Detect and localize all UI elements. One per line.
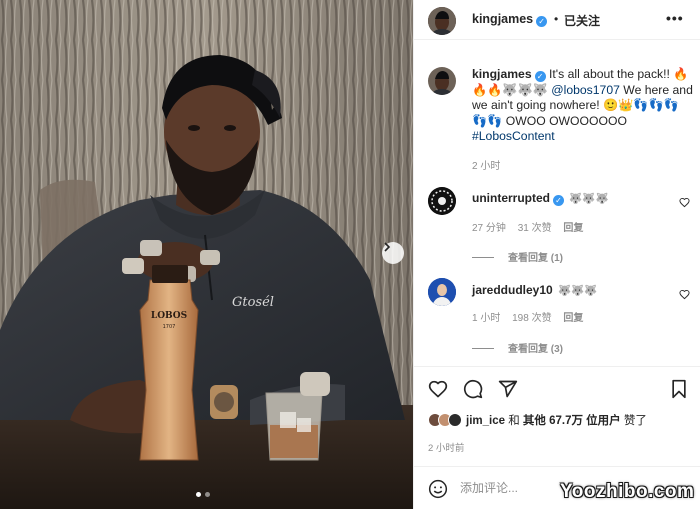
view-replies-button[interactable]: 查看回复 (3) xyxy=(472,340,563,355)
comment-username[interactable]: uninterrupted xyxy=(472,191,550,205)
comment-2: jareddudley10 🐺🐺🐺 xyxy=(472,283,597,297)
verified-badge-icon: ✓ xyxy=(536,16,548,27)
comment-time: 27 分钟 xyxy=(472,223,506,234)
replies-divider xyxy=(472,257,494,258)
caption-mention-link[interactable]: @lobos1707 xyxy=(551,83,620,97)
share-icon[interactable] xyxy=(498,379,518,399)
likes-suffix: 赞了 xyxy=(623,415,647,427)
chevron-right-icon xyxy=(384,242,391,252)
photo-illustration: Gtosél LOBOS 1707 xyxy=(0,0,413,509)
comment-text: 🐺🐺🐺 xyxy=(569,193,609,205)
comment-like-heart-icon[interactable] xyxy=(679,289,690,300)
likes-summary: jim_ice 和 其他 67.7万 位用户 赞了 xyxy=(428,412,647,428)
post-timestamp[interactable]: 2 小时前 xyxy=(428,440,464,454)
comment-verified-badge-icon: ✓ xyxy=(553,195,564,206)
author-username[interactable]: kingjames ✓ xyxy=(472,12,548,27)
post-caption: kingjames ✓ It's all about the pack!! 🔥🔥🔥… xyxy=(472,67,694,145)
view-replies-label[interactable]: 查看回复 (3) xyxy=(508,344,563,355)
bottle-small: 1707 xyxy=(163,324,176,330)
comment-avatar[interactable] xyxy=(428,278,456,306)
caption-username[interactable]: kingjames xyxy=(472,67,532,81)
caption-hashtag-link[interactable]: #LobosContent xyxy=(472,129,555,143)
author-avatar-image xyxy=(428,7,456,35)
header-separator: • xyxy=(554,12,559,26)
comment-meta: 27 分钟 31 次赞 回复 xyxy=(472,219,592,234)
caption-verified-badge-icon: ✓ xyxy=(534,71,546,82)
post-photo[interactable]: Gtosél LOBOS 1707 xyxy=(0,0,413,509)
site-watermark: Yoozhibo.com xyxy=(560,481,695,502)
likes-text: jim_ice 和 其他 67.7万 位用户 赞了 xyxy=(466,412,647,428)
likes-connector: 和 xyxy=(508,415,520,427)
replies-divider xyxy=(472,348,494,349)
likes-first-user[interactable]: jim_ice xyxy=(466,415,505,427)
bookmark-icon[interactable] xyxy=(670,379,688,399)
author-username-text[interactable]: kingjames xyxy=(472,12,533,26)
comment-meta: 1 小时 198 次赞 回复 xyxy=(472,309,592,324)
carousel-dots xyxy=(196,492,210,497)
post-header: kingjames ✓ • 已关注 ••• xyxy=(414,0,700,40)
comment-likes-count[interactable]: 198 次赞 xyxy=(512,313,551,324)
more-options-icon[interactable]: ••• xyxy=(666,10,684,26)
caption-author-avatar[interactable] xyxy=(428,67,456,95)
caption-timestamp: 2 小时 xyxy=(472,161,501,172)
post-action-bar xyxy=(414,366,700,406)
carousel-dot-active xyxy=(196,492,201,497)
view-replies-button[interactable]: 查看回复 (1) xyxy=(472,249,563,264)
follow-status-button[interactable]: 已关注 xyxy=(564,12,600,29)
comment-time: 1 小时 xyxy=(472,313,501,324)
comment-avatar-logo xyxy=(428,187,456,215)
hoodie-logo: Gtosél xyxy=(232,295,274,310)
heart-icon[interactable] xyxy=(428,379,448,399)
comment-avatar-image xyxy=(428,278,456,306)
liker-avatar[interactable] xyxy=(448,413,462,427)
emoji-icon[interactable] xyxy=(428,479,448,499)
comment-like-heart-icon[interactable] xyxy=(679,197,690,208)
comment-reply-button[interactable]: 回复 xyxy=(563,313,583,324)
carousel-dot xyxy=(205,492,210,497)
comment-avatar[interactable] xyxy=(428,187,456,215)
caption-avatar-image xyxy=(428,67,456,95)
comment-text: 🐺🐺🐺 xyxy=(558,285,598,297)
comment-reply-button[interactable]: 回复 xyxy=(563,223,583,234)
comment-icon[interactable] xyxy=(463,379,483,399)
likes-others[interactable]: 其他 67.7万 位用户 xyxy=(523,415,621,427)
add-comment-bar: Yoozhibo.com xyxy=(414,466,700,509)
comment-likes-count[interactable]: 31 次赞 xyxy=(518,223,552,234)
view-replies-label[interactable]: 查看回复 (1) xyxy=(508,253,563,264)
carousel-next-button[interactable] xyxy=(382,242,404,264)
comment-1: uninterrupted ✓ 🐺🐺🐺 xyxy=(472,191,609,206)
post-details-panel: kingjames ✓ • 已关注 ••• kingjames ✓ It's all… xyxy=(413,0,700,509)
comment-username[interactable]: jareddudley10 xyxy=(472,283,553,297)
author-avatar[interactable] xyxy=(428,7,456,35)
bottle-brand: LOBOS xyxy=(151,311,187,321)
